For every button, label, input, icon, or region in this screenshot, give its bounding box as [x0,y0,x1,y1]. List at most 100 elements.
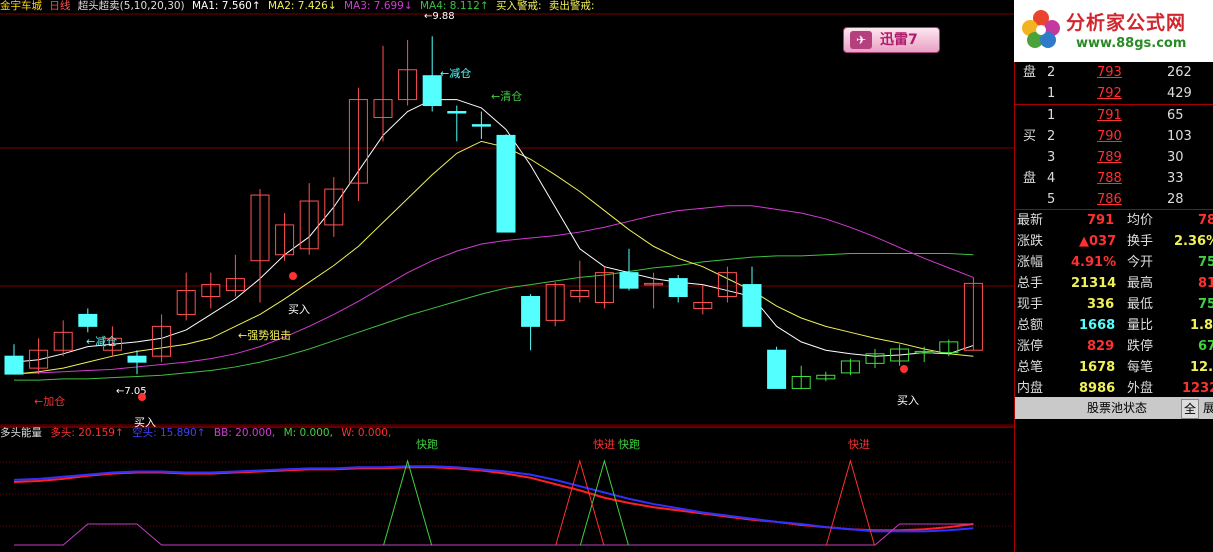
stat-label: 总手 [1017,276,1044,291]
bid-volume: 65 [1167,108,1184,123]
flower-logo-icon [1022,10,1060,48]
ma2-value: MA2: 7.426↓ [268,0,337,12]
stat-row: 涨停 829 跌停 67 [1015,336,1213,357]
ask-level: 1 [1047,86,1056,101]
annotation-qingcang: ←清仓 [491,89,522,103]
ask-row: 1 792 429 [1015,83,1213,104]
bid-volume: 103 [1167,129,1192,144]
bid-level: 2 [1047,129,1056,144]
candle-body-down [422,75,442,107]
annotation-mairu: 买入 [288,303,310,316]
stat-label: 现手 [1017,297,1044,312]
annotation-mairu: 买入 [897,394,919,407]
stat-value: 1678 [1079,360,1116,375]
stat-value: 78 [1198,213,1213,228]
stat-row: 涨幅 4.91% 今开 75 [1015,252,1213,273]
annotation-jiancang: ←减仓 [440,66,471,80]
stat-value: 1232 [1182,381,1213,396]
period-label: 日线 [49,0,71,12]
bid-level: 5 [1047,192,1056,207]
stat-label: 跌停 [1127,339,1154,354]
stat-label: 今开 [1127,255,1154,270]
ask-volume: 262 [1167,65,1192,80]
buy-side-label: 买 [1023,129,1037,144]
stat-value: 791 [1087,213,1115,228]
tab-all[interactable]: 全 [1181,399,1200,419]
bid-row: 3 789 30 [1015,147,1213,168]
stat-label: 总笔 [1017,360,1044,375]
xunlei-ad-button[interactable]: ✈ 迅雷7 [843,27,940,53]
candle-body-down [4,355,24,375]
w-value: W: 0.000, [341,427,392,439]
stat-value: 1.8 [1190,318,1213,333]
bid-row: 1 791 65 [1015,105,1213,126]
kuaipao-signal [383,459,433,546]
buy-warning: 买入警戒: [496,0,542,12]
tab-expand[interactable]: 展 [1203,399,1213,417]
bid-level: 4 [1047,171,1056,186]
stock-chart-canvas: ←减仓←减仓←清仓←加仓←强势狙击买入买入买入←9.88←7.05快跑 快进 快跑快… [0,11,1014,546]
bid-volume: 33 [1167,171,1184,186]
panel-divider [1015,104,1213,105]
buy-signal-dot [289,272,297,280]
indicator-title: 多头能量 [0,427,42,439]
series-duotou-line [13,466,974,532]
ask-price: 793 [1097,65,1122,80]
kuaipao-label: 快跑 [416,437,438,451]
stat-value: 4.91% [1071,255,1117,270]
candle-body-down [127,355,147,363]
stat-row: 总手 21314 最高 81 [1015,273,1213,294]
ma4-line [14,253,974,381]
buy-signal-dot [138,393,146,401]
stat-value: 8986 [1079,381,1116,396]
ask-level: 2 [1047,65,1056,80]
chart-header: 金宇车城 日线 超头超卖(5,10,20,30) MA1: 7.560↑ MA2… [0,0,598,14]
candle-body-down [496,134,516,233]
xunlei-label: 迅雷7 [880,32,918,48]
site-logo: 分析家公式网 www.88gs.com [1014,0,1213,62]
bid-price: 786 [1097,192,1122,207]
stat-value: 75 [1198,297,1213,312]
kongtou-value: 空头: 15.890↑ [132,427,206,439]
stat-value: 829 [1087,339,1115,354]
bid-price: 790 [1097,129,1122,144]
kuaijin-signal [555,459,605,546]
bid-level: 1 [1047,108,1056,123]
site-url: www.88gs.com [1076,36,1187,51]
bid-row: 5 786 28 [1015,189,1213,210]
stat-value: 81 [1198,276,1213,291]
bid-volume: 30 [1167,150,1184,165]
stat-value: 336 [1087,297,1115,312]
ask-price: 792 [1097,86,1122,101]
stat-label: 最新 [1017,213,1044,228]
stat-label: 涨跌 [1017,234,1044,249]
candle-body-down [78,313,98,327]
ma3-value: MA3: 7.699↓ [344,0,413,12]
kuaijin-label: 快进 [593,438,615,451]
panel-tabs: 股票池状态 全 展 [1015,397,1213,419]
annotation-jiancang: ←减仓 [86,334,117,348]
tab-stock-pool[interactable]: 股票池状态 [1087,399,1147,417]
annotation-jiacang: ←加仓 [34,394,65,408]
stat-label: 最高 [1127,276,1154,291]
bid-price: 788 [1097,171,1122,186]
stat-row: 总额 1668 量比 1.8 [1015,315,1213,336]
candle-body-down [447,111,467,114]
stock-title: 金宇车城 [0,0,42,12]
buy-signal-dot [900,365,908,373]
lower-indicator-header: 多头能量 多头: 20.159↑ 空头: 15.890↑ BB: 20.000,… [0,427,396,439]
stat-row: 涨跌 ▲037 换手 2.36% [1015,231,1213,252]
kuaipao-signal [579,459,629,546]
stat-row: 内盘 8986 外盘 1232 [1015,378,1213,399]
kuaipao-label: 快跑 [618,437,640,451]
candle-body-down [767,349,787,389]
kuaijin-signal [825,459,875,546]
chart-annotations: ←减仓←减仓←清仓←加仓←强势狙击买入买入买入←9.88←7.05快跑 快进 快跑快… [34,11,919,451]
lower-indicator-panel [13,459,974,546]
annotation-qiangshi: ←强势狙击 [238,329,291,342]
stat-label: 涨停 [1017,339,1044,354]
buy-side-label: 盘 [1023,171,1037,186]
duotou-value: 多头: 20.159↑ [50,427,124,439]
bid-volume: 28 [1167,192,1184,207]
ask-row: 盘 2 793 262 [1015,62,1213,83]
